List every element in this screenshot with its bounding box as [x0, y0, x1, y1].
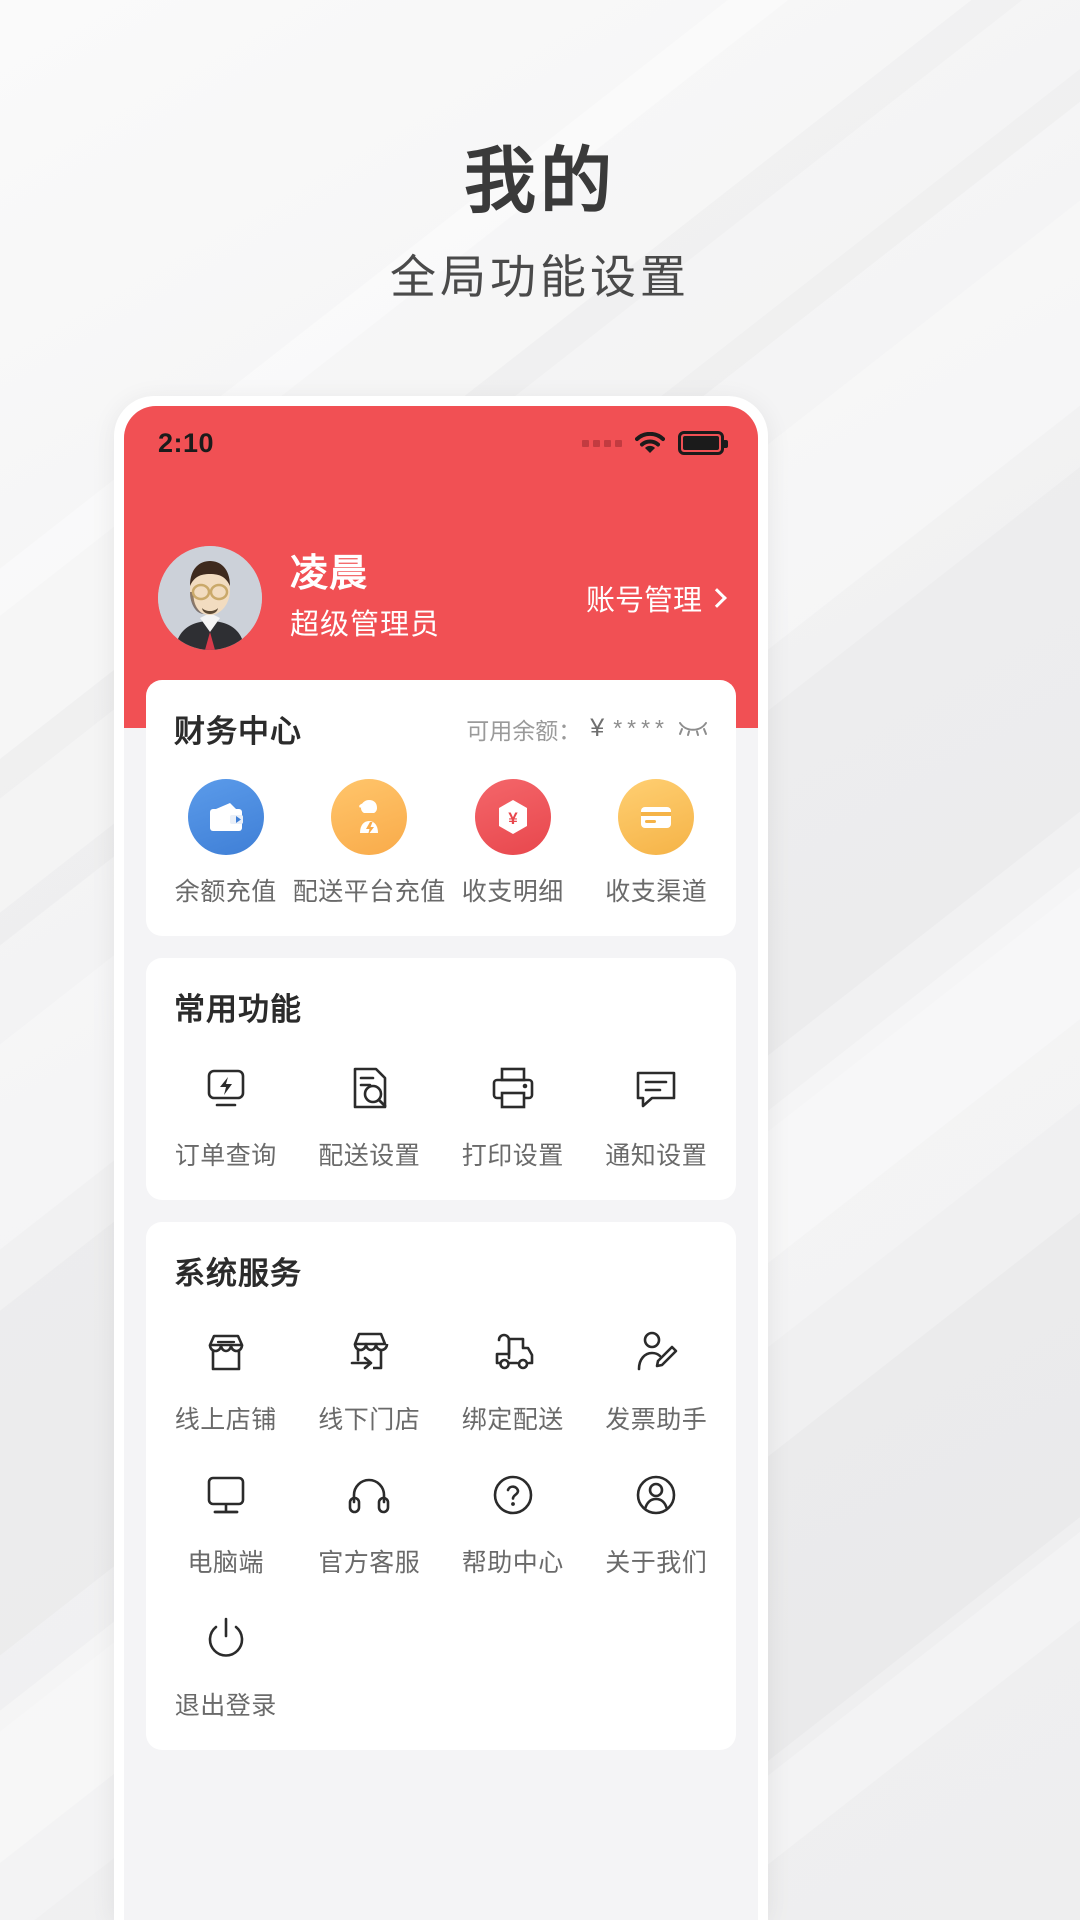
system-item-bind-delivery[interactable]: 绑定配送 [441, 1299, 585, 1442]
eye-closed-icon[interactable] [678, 715, 708, 742]
card-channel-icon [618, 779, 695, 855]
offline-store-icon [338, 1321, 400, 1383]
system-item-label: 关于我们 [605, 1549, 708, 1577]
system-item-desktop[interactable]: 电脑端 [154, 1442, 298, 1585]
status-time: 2:10 [158, 427, 215, 458]
balance-row: 可用余额： ¥ **** [466, 712, 708, 746]
finance-item-label: 收支渠道 [605, 878, 708, 906]
wallet-icon [187, 779, 264, 855]
system-item-label: 官方客服 [318, 1549, 421, 1577]
system-item-label: 发票助手 [605, 1406, 708, 1434]
desktop-icon [195, 1464, 257, 1526]
common-card-header: 常用功能 [146, 984, 736, 1029]
finance-grid: 余额充值 配送平台充值 ¥ 收支明细 收支渠道 [146, 757, 736, 914]
system-item-label: 绑定配送 [461, 1406, 564, 1434]
order-query-icon [195, 1057, 257, 1119]
delivery-settings-icon [338, 1057, 400, 1119]
common-item-print-settings[interactable]: 打印设置 [441, 1035, 585, 1178]
balance-label: 可用余额： [466, 717, 582, 744]
system-item-label: 帮助中心 [461, 1549, 564, 1577]
power-icon [195, 1607, 257, 1669]
system-item-invoice-assistant[interactable]: 发票助手 [585, 1299, 729, 1442]
system-item-logout[interactable]: 退出登录 [154, 1585, 298, 1728]
finance-center-card: 财务中心 可用余额： ¥ **** 余额充值 配送平台充值 ¥ 收支明细 收支渠… [146, 680, 736, 936]
system-card-header: 系统服务 [146, 1248, 736, 1293]
common-functions-card: 常用功能 订单查询 配送设置 打印设置 通知设置 [146, 958, 736, 1200]
account-management-link[interactable]: 账号管理 [585, 577, 727, 619]
profile-name: 凌晨 [290, 553, 369, 596]
finance-item-label: 配送平台充值 [292, 878, 446, 906]
common-item-delivery-settings[interactable]: 配送设置 [298, 1035, 442, 1178]
finance-item-label: 余额充值 [174, 878, 277, 906]
invoice-assistant-icon [625, 1321, 687, 1383]
common-item-label: 配送设置 [318, 1142, 421, 1170]
online-shop-icon [195, 1321, 257, 1383]
common-item-order-query[interactable]: 订单查询 [154, 1035, 298, 1178]
system-services-card: 系统服务 线上店铺 线下门店 绑定配送 发票助手 电脑端 官方客服 帮助中心 关… [146, 1222, 736, 1750]
system-card-title: 系统服务 [174, 1256, 302, 1291]
screen-bottom-spacer [124, 1772, 758, 1842]
system-item-label: 线上店铺 [174, 1406, 277, 1434]
courier-icon [331, 779, 408, 855]
system-item-customer-service[interactable]: 官方客服 [298, 1442, 442, 1585]
finance-item-transaction-channel[interactable]: 收支渠道 [585, 757, 729, 914]
finance-item-platform-recharge[interactable]: 配送平台充值 [293, 757, 445, 914]
page-subtitle: 全局功能设置 [390, 251, 690, 303]
notification-icon [625, 1057, 687, 1119]
wifi-icon [635, 431, 665, 454]
question-circle-icon [482, 1464, 544, 1526]
yen-hexagon-icon: ¥ [474, 779, 551, 855]
printer-icon [482, 1057, 544, 1119]
system-item-online-shop[interactable]: 线上店铺 [154, 1299, 298, 1442]
common-card-title: 常用功能 [174, 992, 302, 1027]
common-item-label: 订单查询 [174, 1142, 277, 1170]
chevron-right-icon [707, 588, 727, 608]
finance-item-label: 收支明细 [461, 878, 564, 906]
bind-delivery-truck-icon [482, 1321, 544, 1383]
system-item-offline-store[interactable]: 线下门店 [298, 1299, 442, 1442]
balance-masked-value: **** [613, 715, 669, 741]
user-circle-icon [625, 1464, 687, 1526]
signal-dots-icon [582, 439, 622, 447]
finance-item-balance-recharge[interactable]: 余额充值 [154, 757, 298, 914]
system-item-label: 退出登录 [174, 1692, 277, 1720]
page-header: 我的 全局功能设置 [0, 0, 1080, 300]
currency-symbol: ¥ [590, 714, 605, 742]
finance-card-header: 财务中心 可用余额： ¥ **** [146, 706, 736, 751]
profile-role: 超级管理员 [290, 609, 441, 642]
system-grid: 线上店铺 线下门店 绑定配送 发票助手 电脑端 官方客服 帮助中心 关于我们 退… [146, 1299, 736, 1728]
common-item-notification-settings[interactable]: 通知设置 [585, 1035, 729, 1178]
phone-screen: 2:10 凌晨 超级管理员 账号管理 财务中心 可用余额： ¥ **** 余额充… [124, 406, 758, 1920]
common-grid: 订单查询 配送设置 打印设置 通知设置 [146, 1035, 736, 1178]
phone-mockup: 2:10 凌晨 超级管理员 账号管理 财务中心 可用余额： ¥ **** 余额充… [114, 396, 768, 1920]
page-title: 我的 [463, 142, 616, 222]
system-item-about-us[interactable]: 关于我们 [585, 1442, 729, 1585]
common-item-label: 打印设置 [461, 1142, 564, 1170]
system-item-help-center[interactable]: 帮助中心 [441, 1442, 585, 1585]
status-bar: 2:10 [124, 406, 758, 480]
common-item-label: 通知设置 [605, 1142, 708, 1170]
account-management-label: 账号管理 [585, 585, 702, 617]
system-item-label: 线下门店 [318, 1406, 421, 1434]
battery-icon [678, 431, 728, 455]
svg-text:¥: ¥ [508, 809, 518, 828]
headset-icon [338, 1464, 400, 1526]
system-item-label: 电脑端 [187, 1549, 264, 1577]
avatar[interactable] [158, 546, 262, 650]
finance-item-transaction-details[interactable]: ¥ 收支明细 [441, 757, 585, 914]
finance-card-title: 财务中心 [174, 714, 302, 749]
